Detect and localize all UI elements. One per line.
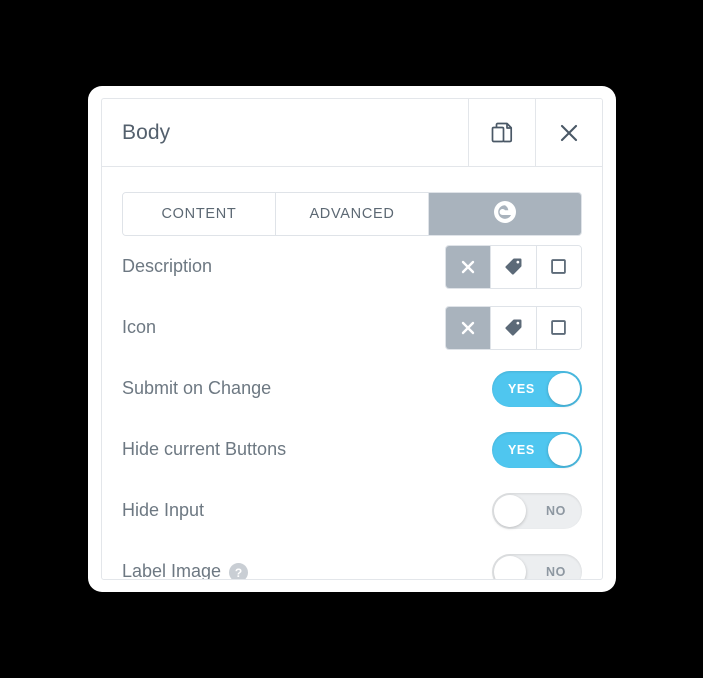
label-hide-input: Hide Input xyxy=(122,500,205,520)
tab-content-label: CONTENT xyxy=(161,206,237,222)
settings-rows: Description Icon Submit on Change YES Hi… xyxy=(102,236,602,580)
panel-header: Body xyxy=(102,99,602,167)
tab-elementor[interactable] xyxy=(429,193,581,235)
label-hide-current-buttons: Hide current Buttons xyxy=(122,439,287,459)
description-option-square[interactable] xyxy=(536,245,581,288)
square-outline-icon xyxy=(550,319,567,336)
row-hide-input: Hide Input NO xyxy=(122,480,582,541)
close-x-icon xyxy=(459,258,477,276)
toggle-hide-current-buttons[interactable]: YES xyxy=(492,431,582,468)
icon-option-square[interactable] xyxy=(536,306,581,349)
row-label-wrapper: Hide Input xyxy=(122,500,204,521)
toggle-knob xyxy=(494,555,526,579)
help-icon[interactable]: ? xyxy=(229,563,249,579)
copy-icon xyxy=(491,121,513,145)
row-hide-current-buttons: Hide current Buttons YES xyxy=(122,419,582,480)
toggle-hide-input[interactable]: NO xyxy=(492,492,582,529)
tag-icon xyxy=(504,257,523,276)
row-label-wrapper: Icon xyxy=(122,317,156,338)
toggle-value-label: YES xyxy=(508,442,535,457)
editor-panel: Body CONTENT ADVANCED Description Icon S… xyxy=(88,86,616,592)
page-title: Body xyxy=(122,120,171,144)
toggle-knob xyxy=(548,433,580,466)
toggle-submit-on-change[interactable]: YES xyxy=(492,370,582,407)
row-label-wrapper: Label Image ? xyxy=(122,561,249,580)
description-option-tag[interactable] xyxy=(491,245,537,288)
tab-bar-wrapper: CONTENT ADVANCED xyxy=(102,167,602,236)
icon-option-tag[interactable] xyxy=(491,306,537,349)
toggle-value-label: NO xyxy=(546,564,566,579)
label-description: Description xyxy=(122,256,213,276)
toggle-value-label: NO xyxy=(546,503,566,518)
description-option-none[interactable] xyxy=(446,245,492,288)
tag-icon xyxy=(504,318,523,337)
icon-option-none[interactable] xyxy=(446,306,492,349)
label-icon: Icon xyxy=(122,317,157,337)
toggle-knob xyxy=(494,494,526,527)
elementor-e-icon xyxy=(493,200,517,228)
row-description: Description xyxy=(122,236,582,297)
close-icon xyxy=(557,121,581,145)
label-submit-on-change: Submit on Change xyxy=(122,378,272,398)
row-label-image: Label Image ? NO xyxy=(122,541,582,580)
description-choice-group xyxy=(445,244,582,289)
tab-content[interactable]: CONTENT xyxy=(123,193,276,235)
row-submit-on-change: Submit on Change YES xyxy=(122,358,582,419)
toggle-value-label: YES xyxy=(508,381,535,396)
row-label-wrapper: Description xyxy=(122,256,212,277)
panel-card: Body CONTENT ADVANCED Description Icon S… xyxy=(101,98,603,580)
tab-advanced[interactable]: ADVANCED xyxy=(276,193,429,235)
row-icon: Icon xyxy=(122,297,582,358)
toggle-label-image[interactable]: NO xyxy=(492,553,582,579)
tab-bar: CONTENT ADVANCED xyxy=(122,192,582,236)
close-x-icon xyxy=(459,319,477,337)
tab-advanced-label: ADVANCED xyxy=(309,206,395,222)
square-outline-icon xyxy=(550,258,567,275)
row-label-wrapper: Hide current Buttons xyxy=(122,439,286,460)
row-label-wrapper: Submit on Change xyxy=(122,378,271,399)
close-button[interactable] xyxy=(535,99,602,166)
icon-choice-group xyxy=(445,305,582,350)
label-label-image: Label Image xyxy=(122,561,222,580)
toggle-knob xyxy=(548,372,580,405)
duplicate-button[interactable] xyxy=(468,99,535,166)
